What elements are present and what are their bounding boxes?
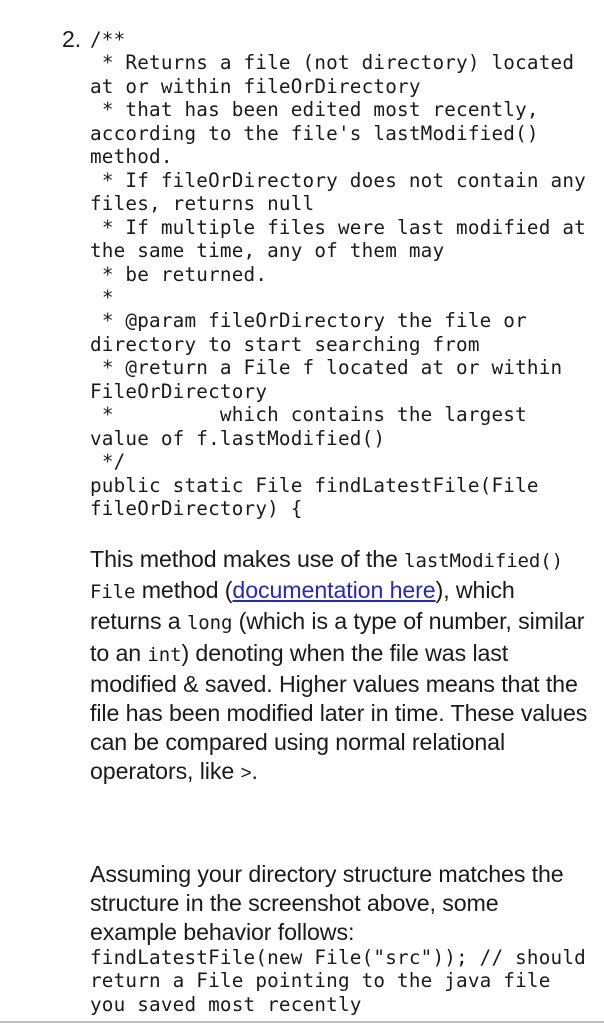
code-line: public static File findLatestFile(File f… <box>90 473 551 521</box>
inline-code: File <box>90 581 136 604</box>
inline-code: lastModified() <box>404 550 563 572</box>
code-line: * which contains the largest value of f.… <box>90 403 539 450</box>
bottom-divider <box>0 1021 604 1023</box>
code-line: /** <box>90 28 126 51</box>
method-signature-code-block: /** * Returns a file (not directory) loc… <box>90 28 590 521</box>
code-line: * be returned. <box>90 262 268 286</box>
example-code-block: findLatestFile(new File("src")); // shou… <box>90 946 598 1016</box>
inline-code: int <box>147 643 182 666</box>
documentation-link[interactable]: documentation here <box>232 577 435 603</box>
list-marker: 2. <box>62 26 82 52</box>
text: This method makes use of the <box>90 546 405 572</box>
description-paragraph: This method makes use of the lastModifie… <box>90 545 590 789</box>
list-item-content: /** * Returns a file (not directory) loc… <box>90 28 590 1016</box>
operator-text: > <box>240 763 252 785</box>
code-line: * Returns a file (not directory) located… <box>90 51 586 98</box>
code-line: * <box>90 285 114 309</box>
text: method ( <box>135 577 233 604</box>
code-line: * that has been edited most recently, ac… <box>90 98 551 169</box>
text: . <box>251 758 258 785</box>
inline-code: long <box>186 612 233 635</box>
code-line: * If fileOrDirectory does not contain an… <box>90 168 598 216</box>
code-line: * @param fileOrDirectory the file or dir… <box>90 309 539 356</box>
example-intro-paragraph: Assuming your directory structure matche… <box>90 861 564 946</box>
code-line: * @return a File f located at or within … <box>90 356 575 403</box>
code-line: */ <box>90 450 126 474</box>
code-line: * If multiple files were last modified a… <box>90 215 598 263</box>
